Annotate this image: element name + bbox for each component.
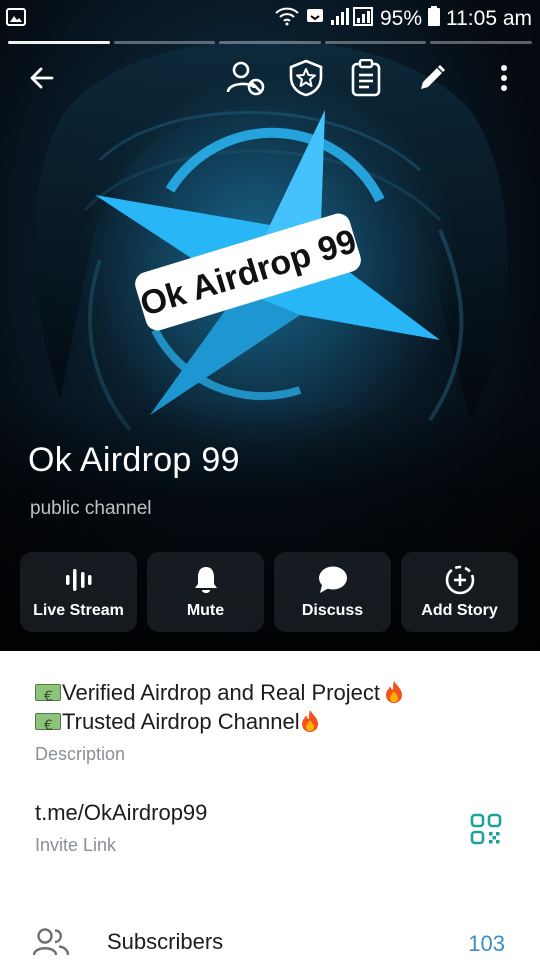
story-segment [113,41,216,44]
clock: 11:05 am [446,7,532,30]
add-story-icon [444,564,476,596]
more-options-button[interactable] [482,56,526,100]
top-action-bar [0,56,540,102]
description-line: Trusted Airdrop Channel [35,707,404,741]
live-stream-icon [65,564,93,596]
battery-icon [428,6,440,32]
live-stream-label: Live Stream [33,602,124,619]
add-story-label: Add Story [421,602,498,619]
channel-header: Ok Airdrop 99 95% 11:05 am Ok Airdrop 99… [0,0,540,651]
recent-actions-button[interactable] [344,56,388,100]
discuss-button[interactable]: Discuss [274,552,391,632]
status-bar: 95% 11:05 am [0,0,540,38]
people-icon [32,927,70,960]
back-button[interactable] [20,56,64,100]
clipboard-icon [351,59,381,97]
channel-type: public channel [30,498,152,519]
bell-icon [193,564,219,596]
gallery-icon [6,8,26,31]
mute-button[interactable]: Mute [147,552,264,632]
story-segment [324,41,427,44]
description-text: Verified Airdrop and Real Project [62,680,380,705]
money-emoji-icon [35,712,61,741]
description-line: Verified Airdrop and Real Project [35,678,404,712]
live-stream-button[interactable]: Live Stream [20,552,137,632]
admin-rights-button[interactable] [284,56,328,100]
chat-bubble-icon [317,564,349,596]
signal-icon [330,6,374,32]
block-user-icon [226,61,265,96]
wifi-icon [274,6,300,32]
mute-label: Mute [186,602,225,619]
description-text: Trusted Airdrop Channel [62,709,300,734]
pencil-icon [421,64,446,89]
story-segment [430,41,532,44]
invite-link[interactable]: t.me/OkAirdrop99 [35,800,207,826]
subscribers-row[interactable]: Subscribers 103 [0,923,540,960]
invite-link-label: Invite Link [35,835,117,855]
subscribers-count: 103 [468,931,505,956]
edit-button[interactable] [410,56,454,100]
channel-description[interactable]: Verified Airdrop and Real Project Truste… [35,678,404,741]
story-segment [219,41,321,44]
qr-code-button[interactable] [470,813,502,850]
action-buttons: Live Stream Mute Discuss Add Story [20,552,520,632]
screen-mirror-icon [306,7,324,31]
money-emoji-icon [35,683,61,712]
story-segment [8,41,110,44]
subscribers-label: Subscribers [107,929,224,954]
description-label: Description [35,744,126,764]
discuss-label: Discuss [301,602,364,619]
story-progress [8,41,532,44]
block-user-button[interactable] [224,56,268,100]
more-vertical-icon [501,65,507,91]
fire-emoji-icon [385,681,402,703]
channel-info-section: Verified Airdrop and Real Project Truste… [0,651,540,960]
battery-percent: 95% [379,7,422,30]
channel-title: Ok Airdrop 99 [28,441,240,479]
qr-code-icon [470,813,502,845]
shield-star-icon [289,59,323,97]
add-story-button[interactable]: Add Story [401,552,518,632]
fire-emoji-icon [301,710,318,732]
back-arrow-icon [30,67,54,89]
